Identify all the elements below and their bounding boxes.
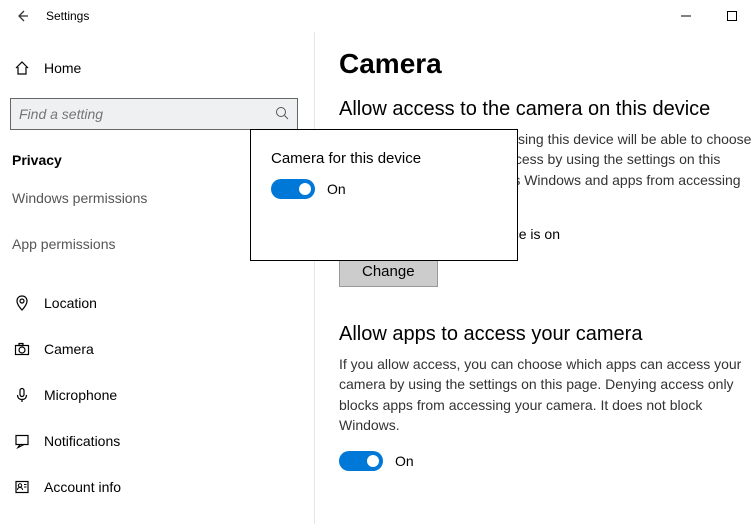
maximize-icon bbox=[727, 11, 737, 21]
microphone-icon bbox=[12, 387, 32, 403]
device-camera-toggle-label: On bbox=[327, 181, 346, 197]
main-content: Camera Allow access to the camera on thi… bbox=[315, 32, 755, 524]
nav-item-label: Notifications bbox=[44, 433, 120, 449]
nav-item-label: Account info bbox=[44, 479, 121, 495]
popup-title: Camera for this device bbox=[271, 150, 497, 167]
sidebar: Home Privacy Windows permissions App per… bbox=[0, 32, 315, 524]
location-icon bbox=[12, 295, 32, 311]
nav-item-notifications[interactable]: Notifications bbox=[10, 420, 314, 462]
window-controls bbox=[663, 0, 755, 32]
nav-item-location[interactable]: Location bbox=[10, 282, 314, 324]
nav-home-label: Home bbox=[44, 60, 81, 76]
nav-item-microphone[interactable]: Microphone bbox=[10, 374, 314, 416]
section1-heading: Allow access to the camera on this devic… bbox=[339, 98, 755, 121]
camera-icon bbox=[12, 341, 32, 357]
minimize-button[interactable] bbox=[663, 0, 709, 32]
apps-camera-toggle[interactable] bbox=[339, 451, 383, 471]
app-title: Settings bbox=[46, 9, 89, 23]
device-camera-toggle-row: On bbox=[271, 179, 497, 199]
notifications-icon bbox=[12, 433, 32, 449]
device-camera-toggle[interactable] bbox=[271, 179, 315, 199]
minimize-icon bbox=[681, 11, 691, 21]
nav-item-account-info[interactable]: Account info bbox=[10, 466, 314, 508]
nav-item-label: Camera bbox=[44, 341, 94, 357]
nav-item-label: Microphone bbox=[44, 387, 117, 403]
back-button[interactable] bbox=[6, 0, 38, 32]
camera-device-popup: Camera for this device On bbox=[250, 129, 518, 261]
page-title: Camera bbox=[339, 48, 755, 80]
nav-home[interactable]: Home bbox=[10, 48, 314, 88]
maximize-button[interactable] bbox=[709, 0, 755, 32]
nav-item-camera[interactable]: Camera bbox=[10, 328, 314, 370]
account-info-icon bbox=[12, 479, 32, 495]
nav-item-label: Location bbox=[44, 295, 97, 311]
apps-camera-toggle-label: On bbox=[395, 453, 414, 469]
section2-text: If you allow access, you can choose whic… bbox=[339, 354, 755, 435]
search-box[interactable] bbox=[10, 98, 298, 130]
search-input[interactable] bbox=[19, 106, 275, 122]
search-icon bbox=[275, 106, 289, 123]
home-icon bbox=[12, 60, 32, 76]
back-arrow-icon bbox=[14, 8, 30, 24]
section2-heading: Allow apps to access your camera bbox=[339, 323, 755, 346]
title-bar: Settings bbox=[0, 0, 755, 32]
apps-camera-toggle-row: On bbox=[339, 451, 755, 471]
